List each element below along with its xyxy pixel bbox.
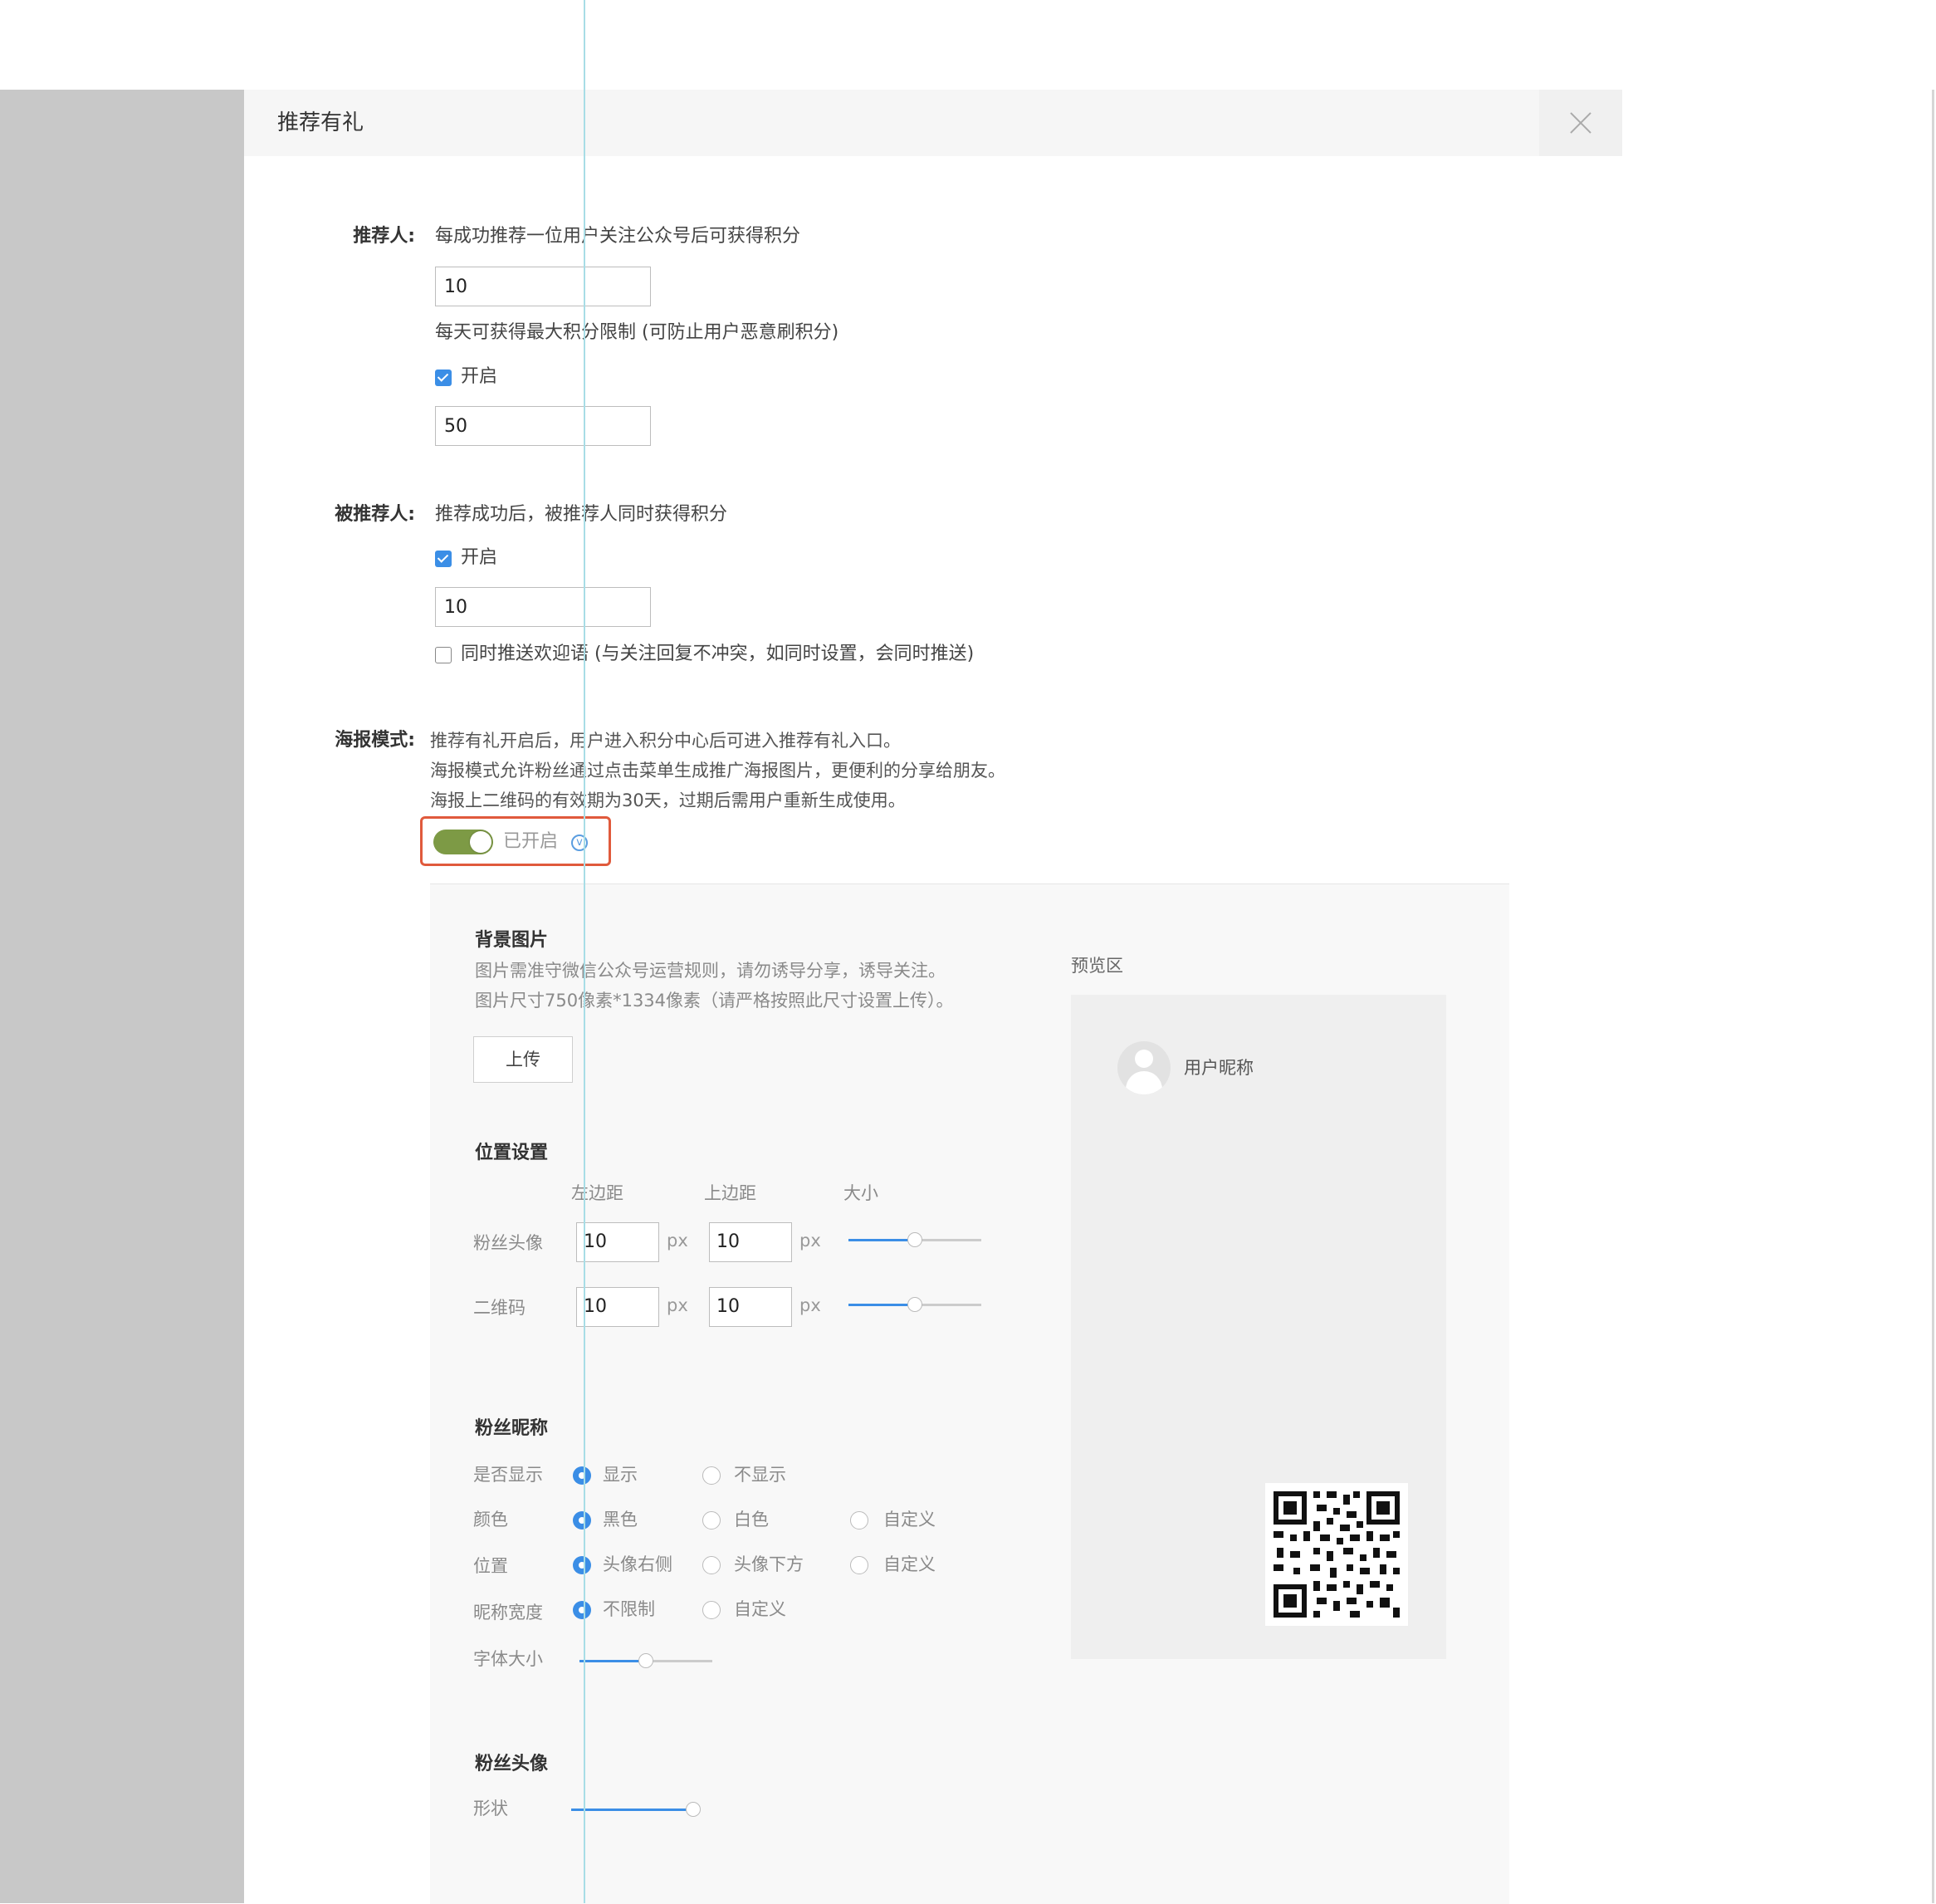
modal-header: 推荐有礼 — [244, 90, 1622, 156]
font-size-slider-fill — [579, 1660, 646, 1662]
radio-pos-below-label: 头像下方 — [734, 1554, 804, 1574]
unit-label: px — [667, 1295, 688, 1315]
qr-code-icon — [1265, 1483, 1408, 1626]
radio-width-unlimited[interactable] — [573, 1601, 591, 1619]
referrer-limit-input[interactable] — [435, 406, 651, 446]
col-top-label: 上边距 — [704, 1183, 756, 1203]
radio-hide[interactable] — [702, 1466, 721, 1485]
radio-pos-custom[interactable] — [850, 1556, 868, 1574]
poster-label: 海报模式: — [335, 730, 415, 751]
qr-code-icon-svg — [1274, 1491, 1400, 1618]
poster-desc-1: 推荐有礼开启后，用户进入积分中心后可进入推荐有礼入口。 — [430, 731, 901, 751]
radio-color-custom[interactable] — [850, 1511, 868, 1530]
poster-desc-3: 海报上二维码的有效期为30天，过期后需用户重新生成使用。 — [430, 790, 906, 810]
radio-pos-below[interactable] — [702, 1556, 721, 1574]
referrer-label: 推荐人: — [353, 226, 415, 247]
radio-width-custom[interactable] — [702, 1601, 721, 1619]
referee-points-input[interactable] — [435, 587, 651, 627]
nickname-title: 粉丝昵称 — [475, 1418, 549, 1439]
referee-enable-label: 开启 — [461, 547, 498, 568]
avatar-size-slider-fill — [848, 1239, 915, 1241]
nickname-pos-label: 位置 — [473, 1556, 508, 1576]
avatar-left-input[interactable]: 10 — [576, 1222, 659, 1262]
referrer-limit-checkbox[interactable] — [435, 370, 452, 386]
col-left-label: 左边距 — [571, 1183, 623, 1203]
nickname-width-label: 昵称宽度 — [473, 1603, 543, 1623]
referee-enable-checkbox[interactable] — [435, 551, 452, 567]
nickname-font-label: 字体大小 — [473, 1649, 543, 1669]
welcome-checkbox[interactable] — [435, 647, 452, 663]
font-size-slider-thumb[interactable] — [638, 1653, 653, 1668]
modal-title: 推荐有礼 — [277, 110, 364, 135]
background-title: 背景图片 — [475, 930, 549, 951]
upload-button[interactable]: 上传 — [473, 1036, 573, 1083]
poster-toggle-knob[interactable] — [470, 831, 491, 853]
unit-label: px — [799, 1295, 821, 1315]
referrer-limit-enable-label: 开启 — [461, 366, 498, 387]
ruler-guide-line — [584, 0, 585, 1903]
position-row-label: 二维码 — [473, 1298, 526, 1318]
avatar-shape-label: 形状 — [473, 1799, 508, 1818]
radio-color-white-label: 白色 — [734, 1510, 769, 1530]
radio-pos-right[interactable] — [573, 1556, 591, 1574]
preview-title: 预览区 — [1071, 956, 1123, 976]
scrollbar[interactable] — [1932, 90, 1934, 1903]
poster-desc-2: 海报模式允许粉丝通过点击菜单生成推广海报图片，更便利的分享给朋友。 — [430, 761, 1005, 781]
user-avatar-icon — [1117, 1041, 1171, 1094]
welcome-label: 同时推送欢迎语 (与关注回复不冲突，如同时设置，会同时推送) — [461, 644, 975, 664]
radio-color-white[interactable] — [702, 1511, 721, 1530]
nickname-color-label: 颜色 — [473, 1510, 508, 1530]
close-button[interactable] — [1539, 90, 1622, 156]
radio-color-black[interactable] — [573, 1511, 591, 1530]
referee-desc: 推荐成功后，被推荐人同时获得积分 — [435, 504, 728, 525]
referral-modal: 推荐有礼 推荐人: 每成功推荐一位用户关注公众号后可获得积分 每天可获得最大积分… — [244, 90, 1622, 1904]
avatar-settings-title: 粉丝头像 — [475, 1754, 549, 1774]
qr-top-input[interactable]: 10 — [709, 1287, 792, 1327]
preview-nickname: 用户昵称 — [1184, 1058, 1254, 1078]
nickname-show-label: 是否显示 — [473, 1465, 543, 1485]
position-title: 位置设置 — [475, 1143, 549, 1163]
radio-color-black-label: 黑色 — [603, 1510, 638, 1530]
col-size-label: 大小 — [843, 1183, 878, 1203]
poster-toggle-label: 已开启 — [503, 831, 559, 852]
radio-show[interactable] — [573, 1466, 591, 1485]
radio-show-label: 显示 — [603, 1465, 638, 1485]
avatar-shape-slider-thumb[interactable] — [686, 1802, 701, 1817]
radio-pos-custom-label: 自定义 — [883, 1554, 936, 1574]
referrer-points-input[interactable] — [435, 267, 651, 306]
radio-hide-label: 不显示 — [734, 1465, 786, 1485]
avatar-shape-slider-fill — [571, 1809, 693, 1811]
radio-color-custom-label: 自定义 — [883, 1510, 936, 1530]
avatar-top-input[interactable]: 10 — [709, 1222, 792, 1262]
page-backdrop — [0, 90, 244, 1903]
info-icon[interactable]: v — [571, 835, 588, 851]
qr-size-slider-fill — [848, 1304, 915, 1306]
qr-size-slider-thumb[interactable] — [907, 1297, 922, 1312]
background-hint-1: 图片需准守微信公众号运营规则，请勿诱导分享，诱导关注。 — [475, 961, 946, 981]
position-row-label: 粉丝头像 — [473, 1233, 543, 1253]
background-hint-2: 图片尺寸750像素*1334像素（请严格按照此尺寸设置上传）。 — [475, 991, 954, 1011]
radio-width-custom-label: 自定义 — [734, 1599, 786, 1619]
unit-label: px — [667, 1231, 688, 1251]
qr-left-input[interactable]: 10 — [576, 1287, 659, 1327]
radio-pos-right-label: 头像右侧 — [603, 1554, 672, 1574]
unit-label: px — [799, 1231, 821, 1251]
referrer-limit-desc: 每天可获得最大积分限制 (可防止用户恶意刷积分) — [435, 322, 839, 343]
referee-label: 被推荐人: — [335, 504, 415, 525]
referrer-desc: 每成功推荐一位用户关注公众号后可获得积分 — [435, 226, 801, 247]
radio-width-unlimited-label: 不限制 — [603, 1599, 655, 1619]
avatar-size-slider-thumb[interactable] — [907, 1232, 922, 1247]
